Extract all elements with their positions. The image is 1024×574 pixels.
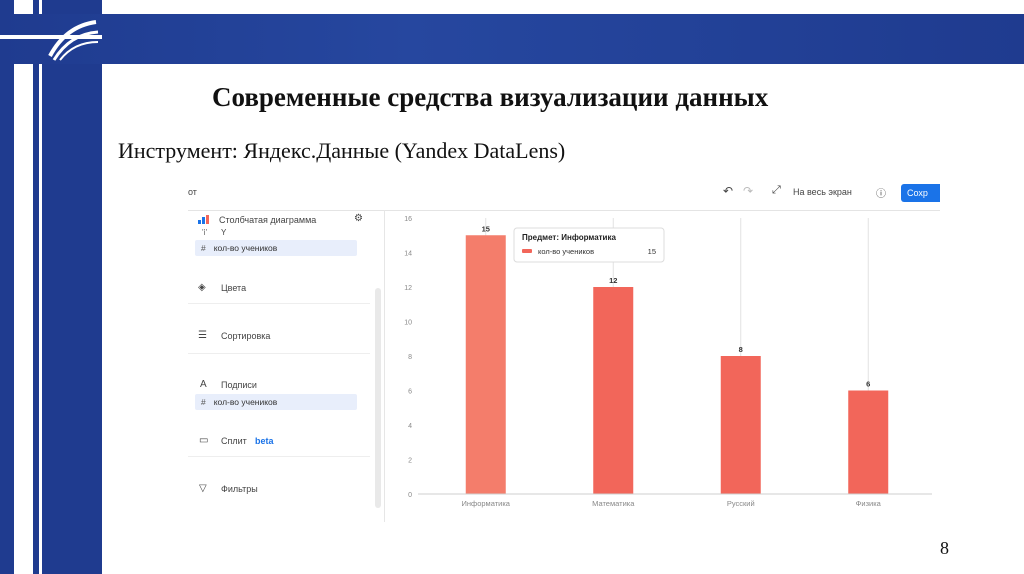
fullscreen-icon[interactable]: ⤢ [772,184,781,197]
divider [188,353,370,354]
datalens-screenshot: от ↶ ↷ ⤢ На весь экран ⓘ Сохр Столбчатая… [188,178,940,523]
labels-label[interactable]: Подписи [221,380,257,390]
frame-band-left-2 [33,0,39,574]
page-number: 8 [940,538,949,558]
wizard-toolbar: от ↶ ↷ ⤢ На весь экран ⓘ Сохр [188,178,940,211]
y-tick-label: 10 [404,320,412,327]
y-tick-label: 4 [408,423,412,430]
redo-icon[interactable]: ↷ [743,184,753,198]
y-tick-label: 12 [404,285,412,292]
y-axis-label: Y [221,228,227,237]
data-label: 12 [609,276,617,285]
y-tick-label: 6 [408,389,412,396]
colors-label[interactable]: Цвета [221,283,246,293]
chart-area: 0 2 4 6 8 10 12 14 16 15 Информатика 12 Математика 8 Р… [384,210,940,522]
slide-title: Современные средства визуализации данных [212,82,769,112]
tooltip-swatch [522,249,532,253]
info-icon[interactable]: ⓘ [876,185,886,200]
y-tick-label: 16 [404,216,412,223]
data-label: 6 [866,380,870,389]
divider [188,303,370,304]
divider [188,456,370,457]
bar-chart-icon [198,215,210,226]
save-button[interactable]: Сохр [901,184,940,202]
tooltip-value: 15 [648,247,656,256]
bar [720,356,761,494]
tooltip-series: кол-во учеников [538,247,594,256]
labels-icon: A [200,379,207,390]
filter-icon: ▽ [199,483,207,494]
bar [593,287,634,494]
x-tick-label: Информатика [462,499,511,508]
fullscreen-button[interactable]: На весь экран [793,187,852,197]
tooltip-title: Предмет: Информатика [522,233,616,242]
split-beta-badge: beta [255,436,274,446]
x-tick-label: Русский [727,499,755,508]
split-icon: ▭ [199,435,209,446]
sort-label[interactable]: Сортировка [221,331,270,341]
settings-gear-icon[interactable]: ⚙ [354,213,363,224]
y-field-chip[interactable]: # кол-во учеников [195,240,357,256]
x-tick-label: Физика [856,499,882,508]
y-tick-label: 14 [404,251,412,258]
x-tick-label: Математика [592,499,635,508]
y-field-label: кол-во учеников [213,243,278,253]
hash-icon: # [201,397,206,407]
bar [848,390,889,494]
sort-icon: ☰ [198,330,207,341]
palette-icon: ◈ [198,282,206,293]
toolbar-left-text: от [188,187,197,197]
frame-band-left-1 [0,0,14,574]
y-tick-label: 2 [408,458,412,465]
filters-label[interactable]: Фильтры [221,484,258,494]
y-tick-label: 8 [408,354,412,361]
bar-chart: 0 2 4 6 8 10 12 14 16 15 Информатика 12 Математика 8 Р… [404,216,932,508]
data-label: 8 [739,345,743,354]
data-label: 15 [482,224,490,233]
y-tick-label: 0 [408,492,412,499]
panel-scrollbar[interactable] [375,288,381,508]
logo [46,16,100,62]
slide-subtitle: Инструмент: Яндекс.Данные (Yandex DataLe… [118,138,566,163]
frame-band-left-3 [42,0,102,574]
split-label[interactable]: Сплит [221,436,247,446]
hash-icon: # [201,243,206,253]
top-banner [0,14,1024,64]
y-axis-icon: 'ⅰ' [202,228,208,237]
bar [465,235,506,494]
settings-panel: Столбчатая диаграмма ⚙ 'ⅰ' Y # кол-во уче… [188,210,385,522]
undo-icon[interactable]: ↶ [723,184,733,198]
chart-type-label[interactable]: Столбчатая диаграмма [219,215,316,225]
labels-field-label: кол-во учеников [213,397,278,407]
labels-field-chip[interactable]: # кол-во учеников [195,394,357,410]
